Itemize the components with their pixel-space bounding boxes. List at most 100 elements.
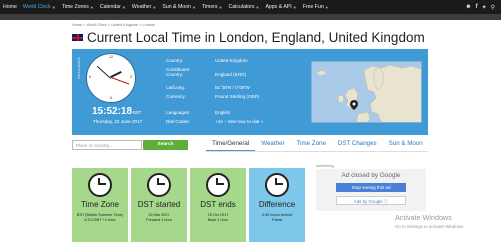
- tab-time-general[interactable]: Time/General: [206, 137, 256, 151]
- clock-icon: [265, 173, 289, 197]
- minute-hand: [96, 65, 111, 79]
- info-key: Currency:: [166, 94, 186, 99]
- chevron-down-icon: ▼: [152, 4, 157, 10]
- sub-nav-bar: [0, 14, 501, 20]
- tab-sun-moon[interactable]: Sun & Moon: [383, 137, 429, 151]
- facebook-icon[interactable]: f: [476, 4, 478, 10]
- time-zone-abbrev: BST: [133, 110, 142, 115]
- card-line: 26 Mar 2017: [148, 213, 170, 217]
- clock-icon: [206, 173, 230, 197]
- uk-flag-icon: [72, 34, 83, 41]
- nav-label: Sun & Moon: [162, 4, 191, 10]
- nav-world-clock[interactable]: World Clock ▼: [20, 0, 59, 14]
- card-time-zone[interactable]: Time Zone BST (British Summer Time) UTC/…: [72, 168, 128, 242]
- stop-seeing-ad-button[interactable]: Stop seeing this ad: [336, 183, 406, 192]
- clock-numeral: 12: [109, 55, 113, 59]
- info-key: Country:: [166, 58, 184, 63]
- card-title: Time Zone: [81, 200, 119, 209]
- info-value: English: [215, 110, 231, 115]
- europe-map-graphic: [315, 64, 421, 122]
- clock-numeral: 9: [89, 75, 91, 79]
- chevron-down-icon: ▼: [218, 4, 223, 10]
- dial-link[interactable]: See how to dial: [228, 119, 259, 124]
- card-title: DST ends: [200, 200, 236, 209]
- info-key: Dial Codes:: [166, 119, 190, 124]
- info-key: Languages:: [166, 110, 191, 115]
- info-value: England (ENG): [215, 72, 247, 77]
- card-line: 4:30 hours behind: [261, 213, 293, 217]
- tab-divider: [206, 151, 428, 152]
- clock-numeral: 6: [110, 96, 112, 100]
- chevron-down-icon: ▼: [324, 4, 329, 10]
- nav-right-icons: ☻ f ✦ ⚲: [465, 0, 495, 14]
- current-time: 15:52:18BST: [92, 106, 141, 117]
- nav-label: Weather: [131, 4, 152, 10]
- nav-label: Home: [3, 4, 17, 10]
- card-line: Forward 1 hour: [146, 218, 172, 222]
- clock-icon: [147, 173, 171, 197]
- nav-sun-moon[interactable]: Sun & Moon ▼: [159, 0, 199, 14]
- info-value: 51°30'N / 0°08'W: [215, 85, 250, 90]
- nav-label: Time Zones: [61, 4, 89, 10]
- chevron-down-icon: ▼: [255, 4, 260, 10]
- nav-weather[interactable]: Weather ▼: [129, 0, 159, 14]
- twitter-icon[interactable]: ✦: [482, 4, 487, 11]
- nav-timers[interactable]: Timers ▼: [199, 0, 226, 14]
- tab-dst-changes[interactable]: DST Changes: [332, 137, 383, 151]
- nav-calculators[interactable]: Calculators ▼: [226, 0, 263, 14]
- nav-label: Free Fun: [302, 4, 324, 10]
- analog-clock: 12 3 6 9: [86, 53, 136, 103]
- breadcrumb[interactable]: Home > World Clock > United Kingdom > Lo…: [72, 23, 155, 27]
- search-icon[interactable]: ⚲: [491, 4, 495, 11]
- chevron-down-icon: ▼: [292, 4, 297, 10]
- card-line: Patna: [272, 218, 282, 222]
- clock-icon: [88, 173, 112, 197]
- advertising-label: Advertising: [316, 164, 334, 168]
- card-line: 29 Oct 2017: [207, 213, 229, 217]
- nav-calendar[interactable]: Calendar ▼: [97, 0, 129, 14]
- top-nav: Home World Clock ▼ Time Zones ▼ Calendar ▼ …: [0, 0, 501, 14]
- card-line: UTC/GMT +1 hour: [84, 218, 116, 222]
- card-dst-started[interactable]: DST started 26 Mar 2017 Forward 1 hour: [131, 168, 187, 242]
- info-value: Pound Sterling (GBP): [215, 94, 260, 99]
- location-panel: timeanddate 12 3 6 9 15:52:18BST Thursda…: [72, 49, 428, 135]
- chevron-down-icon: ▼: [89, 4, 94, 10]
- card-line: Back 1 hour: [207, 218, 229, 222]
- tab-time-zone[interactable]: Time Zone: [291, 137, 332, 151]
- card-title: Difference: [258, 200, 296, 209]
- card-dst-ends[interactable]: DST ends 29 Oct 2017 Back 1 hour: [190, 168, 246, 242]
- page-title: Current Local Time in London, England, U…: [72, 30, 425, 45]
- dial-code: +44: [215, 119, 223, 124]
- nav-time-zones[interactable]: Time Zones ▼: [59, 0, 97, 14]
- page-title-text: Current Local Time in London, England, U…: [87, 30, 425, 45]
- card-difference[interactable]: Difference 4:30 hours behind Patna: [249, 168, 305, 242]
- info-key: Country:: [166, 72, 184, 77]
- second-hand: [111, 77, 130, 85]
- chevron-down-icon: ▼: [191, 4, 196, 10]
- watermark-title: Activate Windows: [395, 213, 452, 222]
- ads-by-google-button[interactable]: Ads by Google ⓘ: [336, 196, 406, 205]
- time-value: 15:52:18: [92, 106, 133, 117]
- card-title: DST started: [137, 200, 181, 209]
- activate-windows-watermark: Activate Windows Go to Settings to activ…: [395, 213, 464, 229]
- location-map[interactable]: [311, 61, 422, 123]
- tab-weather[interactable]: Weather: [255, 137, 290, 151]
- nav-label: Calendar: [99, 4, 121, 10]
- current-date: Thursday, 22 June 2017: [93, 119, 143, 124]
- ad-closed-text: Ad closed by Google: [341, 172, 401, 179]
- card-line: BST (British Summer Time): [76, 213, 124, 217]
- nav-apps-api[interactable]: Apps & API ▼: [262, 0, 299, 14]
- watermark-subtitle: Go to Settings to activate Windows.: [395, 224, 465, 229]
- info-value: United Kingdom: [215, 58, 248, 63]
- nav-home[interactable]: Home: [0, 0, 20, 14]
- nav-label: Calculators: [228, 4, 255, 10]
- place-search-input[interactable]: [72, 140, 142, 150]
- user-icon[interactable]: ☻: [465, 4, 471, 10]
- nav-label: Apps & API: [265, 4, 292, 10]
- map-pin-icon: [350, 100, 358, 110]
- brand-logo: timeanddate: [77, 57, 81, 79]
- info-key: Lat/Long:: [166, 85, 186, 90]
- search-button[interactable]: Search: [143, 140, 188, 150]
- clock-numeral: 3: [130, 75, 132, 79]
- nav-free-fun[interactable]: Free Fun ▼: [300, 0, 332, 14]
